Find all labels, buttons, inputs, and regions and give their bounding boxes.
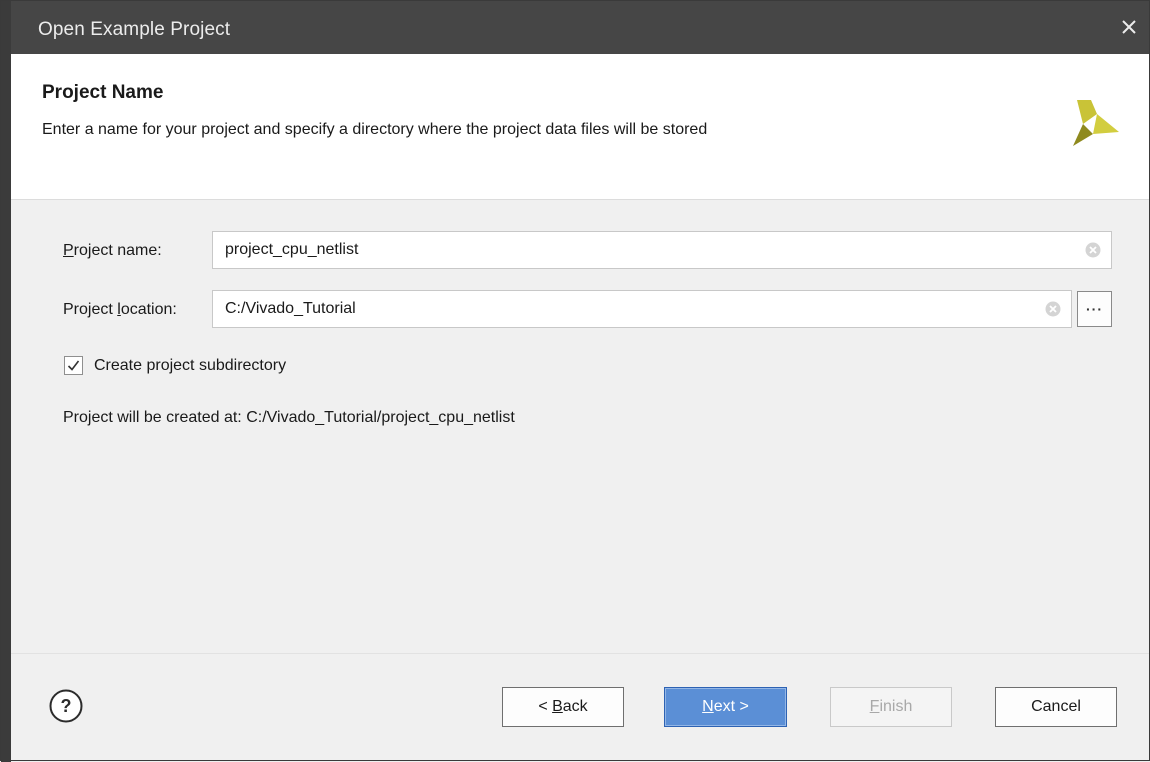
checkmark-icon bbox=[67, 360, 80, 371]
close-icon bbox=[1122, 20, 1136, 34]
project-location-label: Project location: bbox=[63, 301, 177, 319]
browse-button[interactable]: ··· bbox=[1077, 291, 1112, 327]
label-after: ocation: bbox=[120, 301, 177, 318]
help-icon[interactable]: ? bbox=[49, 689, 83, 723]
page-title: Project Name bbox=[42, 82, 164, 103]
titlebar: Open Example Project bbox=[11, 1, 1149, 54]
window-title: Open Example Project bbox=[38, 19, 231, 40]
project-path-preview: Project will be created at: C:/Vivado_Tu… bbox=[63, 409, 515, 426]
next-rest: ext > bbox=[713, 698, 749, 715]
finish-mnemonic: F bbox=[869, 698, 880, 715]
project-location-input[interactable] bbox=[213, 291, 1045, 327]
finish-rest: inish bbox=[879, 698, 913, 715]
dialog-window: Open Example Project Project Name Enter … bbox=[0, 0, 1150, 762]
next-button[interactable]: Next > bbox=[664, 687, 787, 727]
back-prefix: < bbox=[538, 698, 553, 715]
label-rest: roject name: bbox=[73, 242, 162, 259]
clear-icon[interactable] bbox=[1045, 301, 1061, 317]
help-label: ? bbox=[61, 696, 72, 716]
back-button[interactable]: < Back bbox=[502, 687, 624, 727]
next-mnemonic: N bbox=[702, 698, 714, 715]
window-left-edge bbox=[1, 1, 11, 762]
form-area: Project name: Project location: ··· Crea… bbox=[11, 200, 1149, 652]
back-rest: ack bbox=[562, 698, 588, 715]
project-location-field[interactable] bbox=[212, 290, 1072, 328]
close-button[interactable] bbox=[1109, 7, 1149, 47]
project-name-label: Project name: bbox=[63, 242, 162, 260]
back-mnemonic: B bbox=[552, 698, 563, 715]
label-before: Project bbox=[63, 301, 118, 318]
project-name-input[interactable] bbox=[213, 232, 1085, 268]
dialog-footer: ? < Back Next > Finish Cancel bbox=[11, 653, 1149, 760]
finish-button[interactable]: Finish bbox=[830, 687, 952, 727]
create-subdirectory-label[interactable]: Create project subdirectory bbox=[94, 357, 286, 375]
project-name-field[interactable] bbox=[212, 231, 1112, 269]
mnemonic-p: P bbox=[63, 242, 74, 259]
page-description: Enter a name for your project and specif… bbox=[42, 121, 708, 138]
xilinx-logo-icon bbox=[1073, 100, 1119, 146]
create-subdirectory-checkbox[interactable] bbox=[64, 356, 83, 375]
header-panel: Project Name Enter a name for your proje… bbox=[11, 54, 1149, 200]
clear-icon[interactable] bbox=[1085, 242, 1101, 258]
cancel-button[interactable]: Cancel bbox=[995, 687, 1117, 727]
